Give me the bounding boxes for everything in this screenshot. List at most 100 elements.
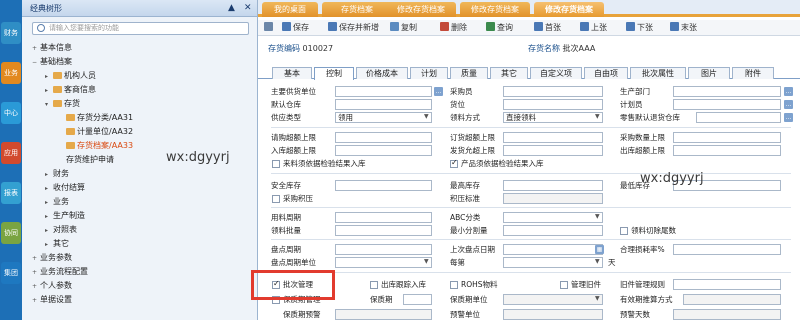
dept-field[interactable] (673, 86, 781, 97)
close-icon[interactable]: ✕ (244, 0, 252, 17)
expand-toggle-icon[interactable]: + (32, 294, 40, 308)
expand-toggle-icon[interactable]: ▸ (45, 84, 53, 98)
subtab[interactable]: 附件 (732, 67, 774, 79)
out-limit-field[interactable] (673, 145, 781, 156)
tree-item[interactable]: + 个人参数 (22, 279, 257, 293)
tree-item[interactable]: + 业务参数 (22, 251, 257, 265)
lookup-icon[interactable]: … (784, 87, 793, 96)
module-icon[interactable]: 报表 (1, 182, 21, 204)
nav-search-input[interactable]: 请输入您要搜索的功能 (32, 22, 249, 35)
tree-item[interactable]: ▾ 存货 (22, 97, 257, 111)
usage-cycle-field[interactable] (335, 212, 432, 223)
tree-item[interactable]: − 基础档案 (22, 55, 257, 69)
max-stock-field[interactable] (503, 180, 603, 191)
subtab[interactable]: 计划 (410, 67, 448, 79)
replenish-checkbox[interactable] (272, 195, 280, 203)
ship-limit-field[interactable] (503, 145, 603, 156)
tab[interactable]: 修改存货档案 (386, 2, 456, 17)
oldnew-checkbox[interactable] (560, 281, 568, 289)
tree-item[interactable]: + 单据设置 (22, 293, 257, 307)
expand-toggle-icon[interactable]: ▸ (45, 168, 53, 182)
subtab[interactable]: 批次属性 (630, 67, 686, 79)
buyer-field[interactable] (503, 86, 603, 97)
supplier-field[interactable] (335, 86, 432, 97)
location-field[interactable] (503, 99, 603, 110)
zero-wh-field[interactable] (696, 112, 781, 123)
expand-toggle-icon[interactable]: ▸ (45, 182, 53, 196)
in-limit-field[interactable] (335, 145, 432, 156)
module-icon[interactable]: 财务 (1, 22, 21, 44)
first-button[interactable]: 首张 (534, 22, 561, 34)
prev-button[interactable]: 上张 (580, 22, 607, 34)
tree-item[interactable]: ▸ 对照表 (22, 223, 257, 237)
min-split-field[interactable] (503, 225, 603, 236)
expand-toggle-icon[interactable]: + (32, 42, 40, 56)
expand-toggle-icon[interactable]: ▸ (45, 70, 53, 84)
shelf-unit-select[interactable] (503, 294, 603, 305)
delete-button[interactable]: 删除 (440, 22, 467, 34)
rohs-checkbox[interactable] (450, 281, 458, 289)
expand-toggle-icon[interactable]: ▸ (45, 238, 53, 252)
tree-item[interactable]: ▸ 收付结算 (22, 181, 257, 195)
expand-toggle-icon[interactable]: ▸ (45, 210, 53, 224)
req-limit-field[interactable] (335, 132, 432, 143)
count-unit-select[interactable] (335, 257, 432, 268)
save-button[interactable]: 保存 (282, 22, 309, 34)
tab[interactable]: 修改存货档案 (460, 2, 530, 17)
loss-rate-field[interactable] (673, 244, 781, 255)
default-wh-field[interactable] (335, 99, 432, 110)
tab[interactable]: 我的桌面 (262, 2, 318, 17)
print-button[interactable] (264, 22, 275, 34)
last-count-date-field[interactable] (503, 244, 603, 255)
expand-toggle-icon[interactable]: − (32, 56, 40, 70)
module-icon[interactable]: 中心 (1, 102, 21, 124)
calendar-icon[interactable]: ▦ (595, 245, 604, 254)
tree-item[interactable]: + 基本信息 (22, 41, 257, 55)
supply-type-select[interactable]: 领用 (335, 112, 432, 123)
shelf-warn-field[interactable] (335, 309, 432, 320)
module-icon[interactable]: 集团 (1, 262, 21, 284)
count-cycle-field[interactable] (335, 244, 432, 255)
outbound-track-checkbox[interactable] (370, 281, 378, 289)
planner-field[interactable] (673, 99, 781, 110)
expand-toggle-icon[interactable]: ▸ (45, 224, 53, 238)
subtab[interactable]: 其它 (490, 67, 528, 79)
lookup-icon[interactable]: … (434, 87, 443, 96)
last-button[interactable]: 末张 (670, 22, 697, 34)
subtab[interactable]: 质量 (450, 67, 488, 79)
module-icon[interactable]: 协同 (1, 222, 21, 244)
copy-button[interactable]: 复制 (390, 22, 417, 34)
material-cut-checkbox[interactable] (620, 227, 628, 235)
order-limit-field[interactable] (503, 132, 603, 143)
subtab[interactable]: 价格成本 (356, 67, 408, 79)
subtab[interactable]: 自由项 (584, 67, 628, 79)
tree-item[interactable]: ▸ 客商信息 (22, 83, 257, 97)
next-button[interactable]: 下张 (626, 22, 653, 34)
tree-item[interactable]: ▸ 其它 (22, 237, 257, 251)
tab[interactable]: 修改存货档案 (534, 2, 604, 17)
warn-days-field[interactable] (673, 309, 781, 320)
backlog-std-field[interactable] (503, 193, 603, 204)
save-new-button[interactable]: 保存并新增 (328, 22, 379, 34)
tree-item[interactable]: + 业务流程配置 (22, 265, 257, 279)
lookup-icon[interactable]: … (784, 100, 793, 109)
expand-toggle-icon[interactable]: ▾ (45, 98, 53, 112)
warn-unit-select[interactable] (503, 309, 603, 320)
tree-item[interactable]: ▸ 财务 (22, 167, 257, 181)
tree-item[interactable]: ▸ 业务 (22, 195, 257, 209)
product-inspect-checkbox[interactable] (450, 158, 458, 168)
lookup-icon[interactable]: … (784, 113, 793, 122)
expand-toggle-icon[interactable]: + (32, 280, 40, 294)
pick-batch-field[interactable] (335, 225, 432, 236)
pick-method-select[interactable]: 直接领料 (503, 112, 603, 123)
tree-item[interactable]: 存货分类/AA31 (22, 111, 257, 125)
tree-item[interactable]: 计量单位/AA32 (22, 125, 257, 139)
material-inspect-checkbox[interactable] (272, 160, 280, 168)
valid-method-select[interactable] (683, 294, 781, 305)
pin-icon[interactable]: ▲ (228, 0, 235, 17)
subtab[interactable]: 控制 (314, 67, 354, 80)
subtab[interactable]: 基本 (272, 67, 312, 79)
oldnew-rule-field[interactable] (673, 279, 781, 290)
expand-toggle-icon[interactable]: + (32, 266, 40, 280)
module-icon[interactable]: 应用 (1, 142, 21, 164)
